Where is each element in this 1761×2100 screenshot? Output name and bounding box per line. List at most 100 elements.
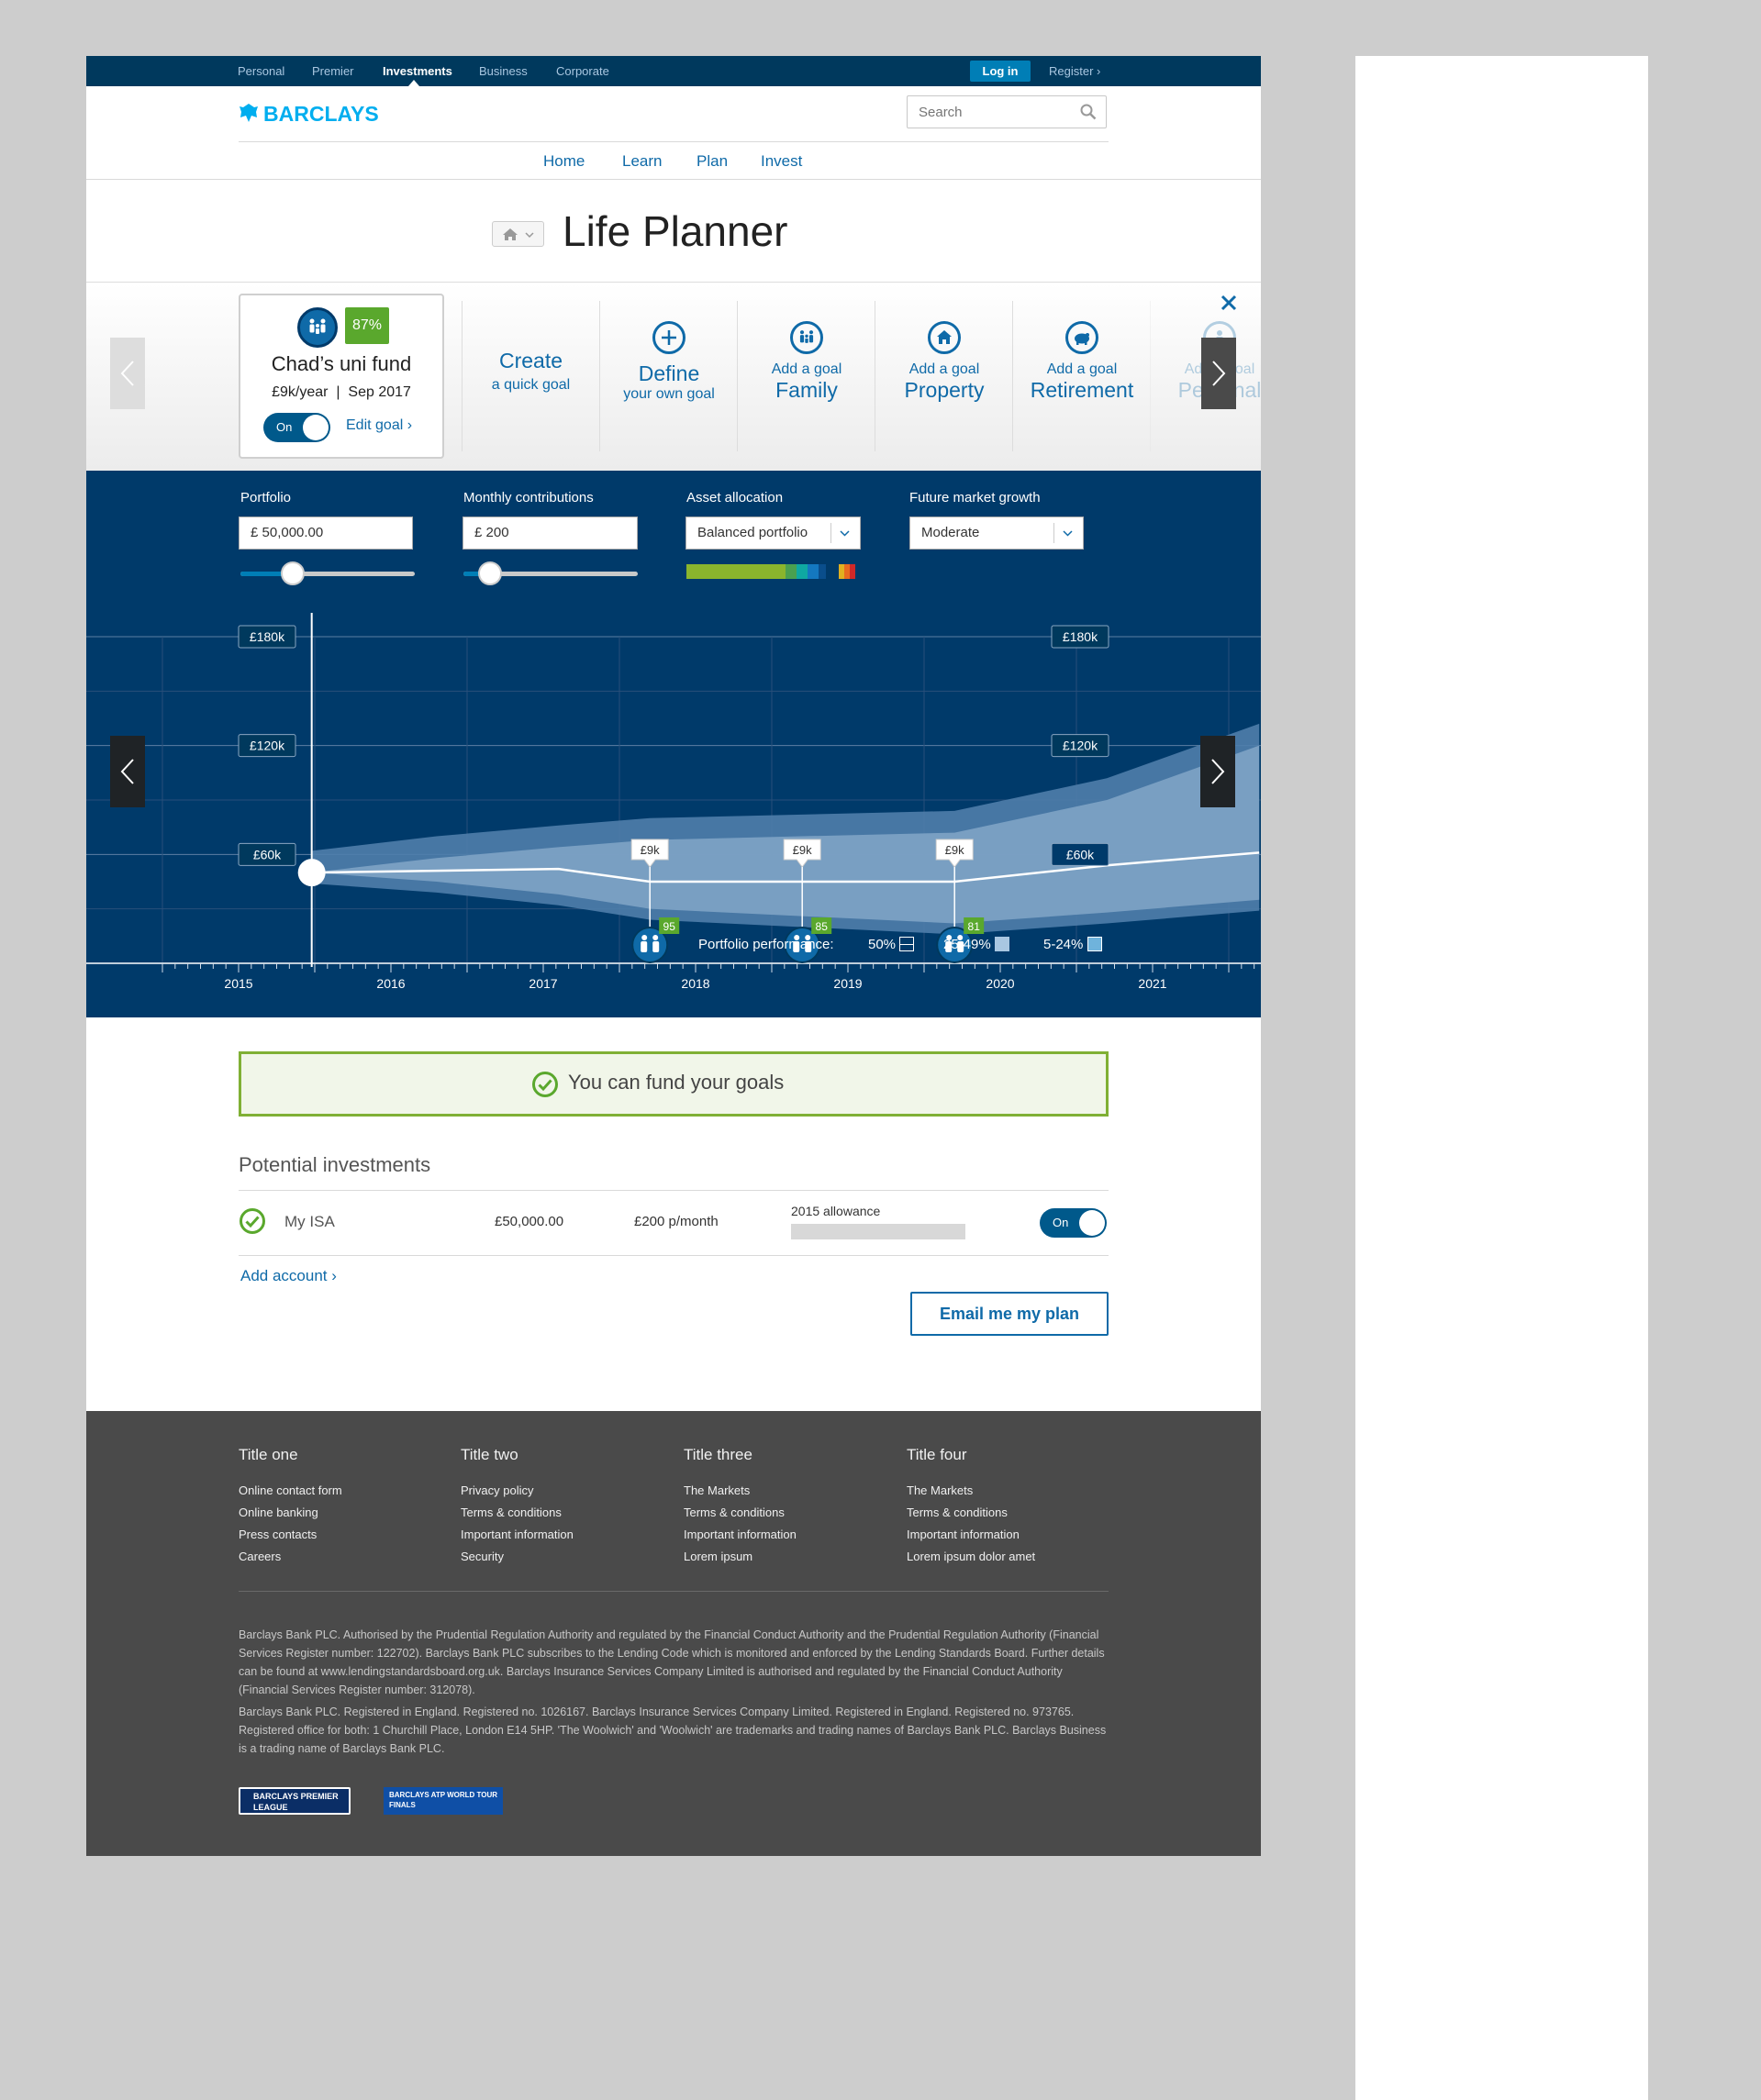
goal-card[interactable]: 87% Chad’s uni fund £9k/year | Sep 2017 … (239, 294, 444, 459)
footer-link[interactable]: Privacy policy (461, 1483, 533, 1497)
register-link[interactable]: Register › (1049, 64, 1100, 78)
planner-chart-panel: Portfolio £ 50,000.00 Monthly contributi… (86, 471, 1261, 1017)
footer-link[interactable]: The Markets (684, 1483, 750, 1497)
footer-link[interactable]: Important information (461, 1528, 574, 1541)
goal-option-family[interactable]: Add a goal Family (737, 301, 875, 451)
header-divider (239, 141, 1109, 142)
legend-item-5-24: 5-24% (1043, 937, 1102, 952)
home-dropdown-button[interactable] (492, 221, 544, 247)
add-account-link[interactable]: Add account › (240, 1267, 337, 1285)
footer-link[interactable]: Security (461, 1550, 504, 1563)
x-tick-label: 2017 (529, 976, 557, 991)
goal-title: Chad’s uni fund (271, 352, 412, 375)
fund-status-banner: You can fund your goals (239, 1051, 1109, 1117)
check-circle-icon (240, 1208, 265, 1234)
piggy-bank-icon (1065, 321, 1098, 354)
topnav-investments[interactable]: Investments (383, 64, 452, 78)
allocation-select[interactable]: Balanced portfolio (685, 517, 861, 550)
portfolio-projection-chart: 2015 2016 2017 2018 2019 2020 2021 £180k £180k £1… (86, 613, 1261, 991)
chevron-down-icon (840, 530, 850, 537)
check-circle-icon (532, 1072, 558, 1097)
withdrawal-label: £9k (641, 843, 660, 857)
search-input[interactable] (917, 104, 1076, 121)
subnav-invest[interactable]: Invest (761, 152, 802, 171)
login-button[interactable]: Log in (970, 61, 1031, 82)
footer-link[interactable]: Online banking (239, 1506, 318, 1519)
footer-link[interactable]: Terms & conditions (684, 1506, 785, 1519)
chevron-right-icon (1212, 361, 1226, 386)
footer-column-title: Title three (684, 1446, 752, 1463)
house-icon (928, 321, 961, 354)
search-box[interactable] (907, 95, 1107, 128)
footer-link[interactable]: Press contacts (239, 1528, 317, 1541)
goal-option-create[interactable]: Create a quick goal (462, 301, 599, 451)
subnav-home[interactable]: Home (543, 152, 585, 171)
subnav-plan[interactable]: Plan (697, 152, 728, 171)
investment-toggle[interactable]: On (1040, 1208, 1107, 1238)
goal-score: 95 (663, 920, 676, 933)
premier-league-logo[interactable]: BARCLAYS PREMIER LEAGUE (239, 1787, 351, 1815)
allowance-label: 2015 allowance (791, 1204, 881, 1218)
legend-item-50: 50% (868, 937, 915, 952)
topnav-business[interactable]: Business (479, 64, 528, 78)
x-tick-label: 2018 (681, 976, 709, 991)
x-tick-label: 2015 (224, 976, 252, 991)
portfolio-input[interactable]: £ 50,000.00 (239, 517, 413, 550)
investment-row: My ISA £50,000.00 £200 p/month 2015 allo… (239, 1191, 1109, 1255)
subnav-divider (86, 179, 1261, 180)
goal-option-retirement[interactable]: Add a goal Retirement (1012, 301, 1151, 451)
footer-link[interactable]: Online contact form (239, 1483, 342, 1497)
footer-link[interactable]: Important information (907, 1528, 1020, 1541)
footer-link[interactable]: Careers (239, 1550, 281, 1563)
monthly-label: Monthly contributions (463, 490, 594, 506)
portfolio-slider-handle[interactable] (281, 561, 305, 585)
goals-prev-button[interactable] (110, 338, 145, 409)
topnav-personal[interactable]: Personal (238, 64, 284, 78)
goal-family-icon-head (652, 935, 659, 940)
edit-goal-link[interactable]: Edit goal › (346, 417, 412, 434)
y-tick-label: £60k (253, 847, 282, 861)
goal-option-property[interactable]: Add a goal Property (875, 301, 1013, 451)
topnav-corporate[interactable]: Corporate (556, 64, 609, 78)
topnav-premier[interactable]: Premier (312, 64, 354, 78)
footer-link[interactable]: Terms & conditions (461, 1506, 562, 1519)
investment-amount: £50,000.00 (495, 1214, 564, 1229)
legend-item-25-49: 25-49% (943, 937, 1009, 952)
footer-column-title: Title four (907, 1446, 967, 1463)
footer-link[interactable]: The Markets (907, 1483, 973, 1497)
search-icon[interactable] (1080, 104, 1097, 120)
close-icon[interactable] (1220, 294, 1238, 312)
withdrawal-label: £9k (945, 843, 964, 857)
barclays-logo[interactable]: BARCLAYS (238, 102, 379, 129)
footer-column-title: Title one (239, 1446, 298, 1463)
subnav-learn[interactable]: Learn (622, 152, 662, 171)
home-icon (503, 228, 518, 240)
monthly-slider-handle[interactable] (477, 561, 502, 585)
legal-text: Barclays Bank PLC. Registered in England… (239, 1706, 1107, 1755)
allowance-bar (791, 1224, 965, 1239)
footer-link[interactable]: Important information (684, 1528, 797, 1541)
footer-column-title: Title two (461, 1446, 518, 1463)
y-tick-label: £120k (1063, 739, 1098, 753)
monthly-input[interactable]: £ 200 (463, 517, 638, 550)
page-title: Life Planner (563, 207, 788, 255)
portfolio-slider[interactable] (240, 561, 415, 585)
chevron-right-icon (1211, 759, 1225, 784)
monthly-slider[interactable] (463, 561, 638, 585)
goal-family-icon-body (652, 941, 660, 952)
growth-select[interactable]: Moderate (909, 517, 1084, 550)
goal-toggle[interactable]: On (263, 413, 330, 442)
footer-link[interactable]: Lorem ipsum (684, 1550, 752, 1563)
chart-prev-button[interactable] (110, 736, 145, 807)
footer-link[interactable]: Terms & conditions (907, 1506, 1008, 1519)
goals-next-button[interactable] (1201, 338, 1236, 409)
atp-world-tour-logo[interactable]: BARCLAYS ATP WORLD TOUR FINALS (384, 1787, 503, 1815)
goal-option-define[interactable]: Define your own goal (599, 301, 738, 451)
family-icon (297, 307, 338, 348)
chevron-left-icon (120, 361, 134, 386)
chart-next-button[interactable] (1200, 736, 1235, 807)
side-panel (1355, 56, 1648, 2100)
family-icon (790, 321, 823, 354)
email-plan-button[interactable]: Email me my plan (910, 1292, 1109, 1336)
footer-link[interactable]: Lorem ipsum dolor amet (907, 1550, 1035, 1563)
